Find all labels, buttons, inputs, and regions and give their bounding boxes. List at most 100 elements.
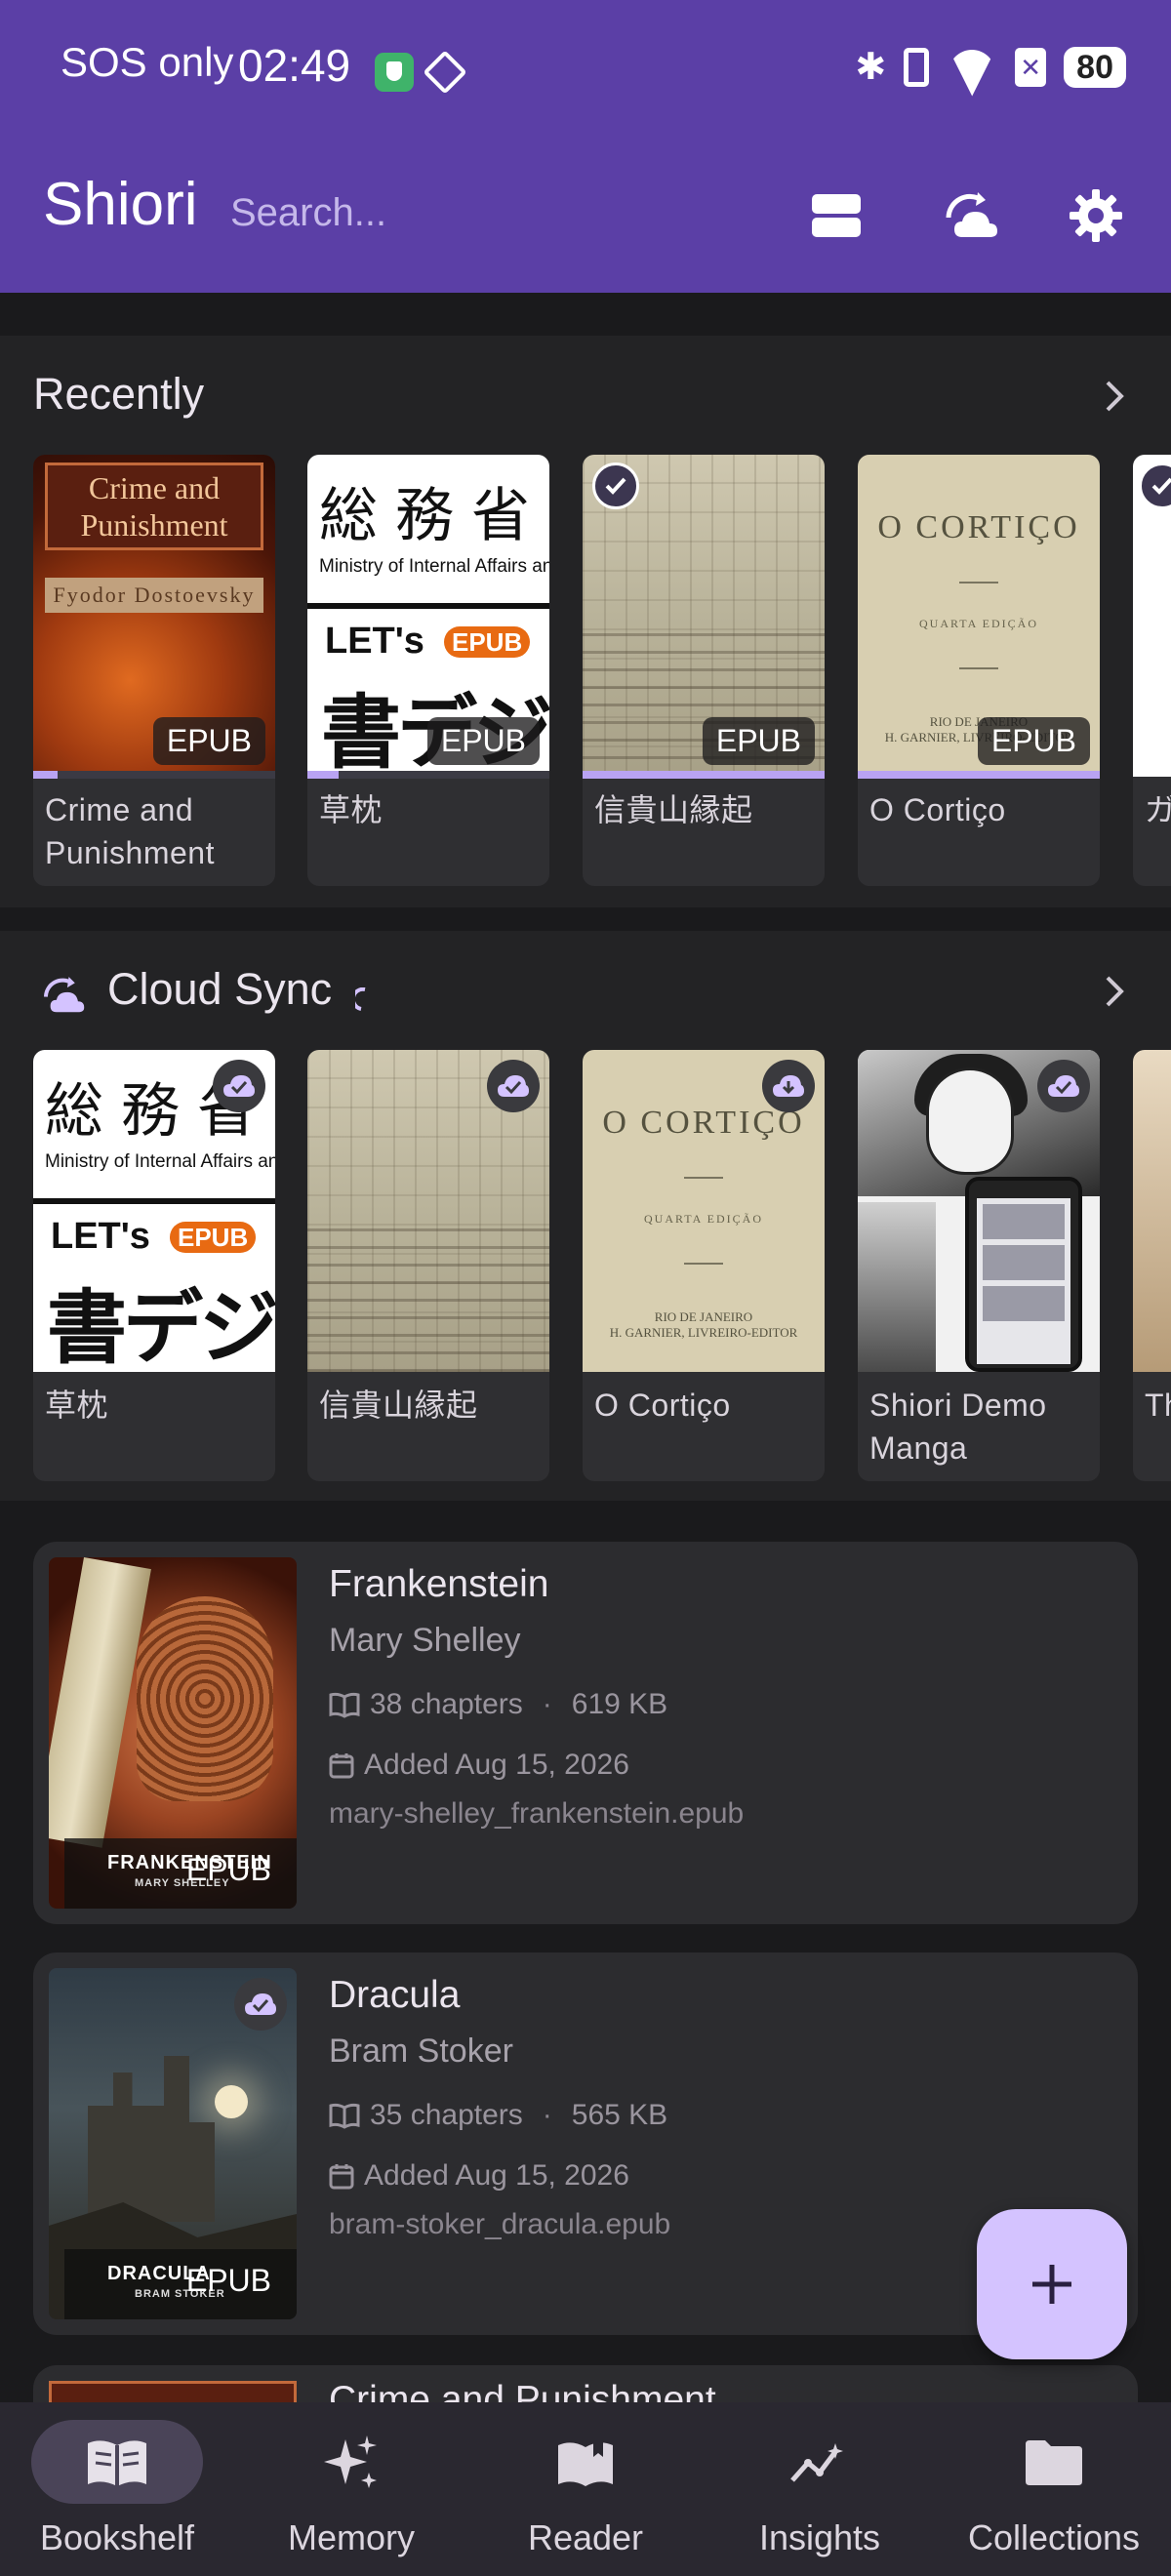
cloud-book-card[interactable]: O CORTIÇO QUARTA EDIÇÃO RIO DE JANEIRO H.… (583, 1050, 825, 1481)
file-size: 565 KB (571, 2099, 668, 2131)
app-bar: Shiori (0, 137, 1171, 293)
add-book-button[interactable] (977, 2209, 1127, 2359)
status-icons: ✱ ✕ 80 (855, 45, 1126, 89)
book-card[interactable]: 総務省 Ministry of Internal Affairs and Com… (307, 455, 549, 886)
view-toggle-button[interactable] (792, 172, 880, 260)
sync-spinner-icon (355, 987, 366, 1011)
book-meta: 35 chapters · 565 KB (329, 2099, 667, 2132)
cover-edition: QUARTA EDIÇÃO (919, 617, 1038, 630)
reading-progress (33, 771, 275, 779)
book-title: 草枕 (319, 792, 384, 827)
library-item-dracula[interactable]: DRACULA BRAM STOKER EPUB Dracula Bram St… (33, 1952, 1138, 2335)
settings-button[interactable] (1052, 172, 1140, 260)
added-date-row: Added Aug 15, 2026 (329, 2159, 629, 2193)
nav-insights[interactable]: Insights (703, 2402, 937, 2576)
nav-collections[interactable]: Collections (937, 2402, 1171, 2576)
cover-lets: LET's (51, 1216, 150, 1257)
chevron-right-icon[interactable] (1095, 377, 1134, 416)
cover-epub-tag: EPUB (170, 1222, 257, 1253)
cloud-book-card[interactable]: Th De (1133, 1050, 1171, 1481)
cloud-sync-icon (43, 977, 85, 1013)
book-card[interactable]: ガ (1133, 455, 1171, 886)
cloud-sync-section: Cloud Sync 総務省 Ministry of Internal Affa… (0, 931, 1171, 1501)
added-date: Added Aug 15, 2026 (364, 1749, 629, 1781)
cloud-sync-header[interactable]: Cloud Sync (0, 931, 1171, 1048)
book-title: Dracula (329, 1974, 461, 2016)
bluetooth-icon: ✱ (855, 47, 887, 88)
format-badge: EPUB (426, 717, 540, 765)
cloud-check-icon (1037, 1060, 1090, 1112)
book-chapters-icon (329, 2103, 360, 2129)
book-chapters-icon (329, 1692, 360, 1718)
nav-reader[interactable]: Reader (468, 2402, 703, 2576)
cover-place: RIO DE JANEIRO (654, 1309, 753, 1324)
top-bar: SOS only 02:49 ✱ ✕ 80 Shiori (0, 0, 1171, 293)
file-name: bram-stoker_dracula.epub (329, 2208, 671, 2240)
carrier-text: SOS only (61, 39, 234, 85)
phone-illustration (965, 1177, 1082, 1372)
chevron-right-icon[interactable] (1095, 972, 1134, 1011)
reading-progress (583, 771, 825, 779)
sparkles-icon (314, 2426, 388, 2500)
format-badge: EPUB (185, 1852, 271, 1887)
nav-label: Bookshelf (39, 2517, 195, 2557)
book-cover: 総務省 Ministry of Internal Affairs and Com… (33, 1050, 275, 1372)
nav-bookshelf[interactable]: Bookshelf (0, 2402, 234, 2576)
book-cover: EPUB (583, 455, 825, 777)
book-title: Crime and Punishment (45, 792, 215, 870)
book-cover: O CORTIÇO QUARTA EDIÇÃO RIO DE JANEIROH.… (583, 1050, 825, 1372)
status-bar: SOS only 02:49 ✱ ✕ 80 (0, 0, 1171, 137)
shield-icon (375, 53, 414, 92)
cloud-download-icon[interactable] (762, 1060, 815, 1112)
book-title: O Cortiço (594, 1388, 731, 1423)
cloud-book-card[interactable]: Shiori Demo Manga (858, 1050, 1100, 1481)
book-title: 信貴山縁起 (319, 1388, 478, 1423)
cloud-sync-icon (946, 192, 997, 237)
recently-header[interactable]: Recently (0, 336, 1171, 453)
cloud-sync-row[interactable]: 総務省 Ministry of Internal Affairs and Com… (33, 1050, 1171, 1489)
format-badge: EPUB (977, 717, 1090, 765)
vibrate-icon (904, 47, 930, 87)
battery-level: 80 (1076, 48, 1113, 86)
book-title: 草枕 (45, 1388, 109, 1423)
recently-row[interactable]: Crime and Punishment Fyodor Dostoevsky E… (33, 455, 1171, 894)
gear-icon (1070, 189, 1122, 242)
library-item-frankenstein[interactable]: FRANKENSTEIN MARY SHELLEY EPUB Frankenst… (33, 1542, 1138, 1924)
clock: 02:49 (238, 40, 351, 91)
file-name: mary-shelley_frankenstein.epub (329, 1797, 745, 1830)
book-meta: 38 chapters · 619 KB (329, 1688, 667, 1721)
cover-edition: QUARTA EDIÇÃO (644, 1212, 763, 1226)
diamond-icon (423, 50, 467, 95)
reading-progress (858, 771, 1100, 779)
recently-section: Recently Crime and Punishment Fyodor Dos… (0, 336, 1171, 907)
cover-lets: LET's (325, 621, 424, 662)
cloud-book-card[interactable]: 総務省 Ministry of Internal Affairs and Com… (33, 1050, 275, 1481)
book-cover (1133, 455, 1171, 777)
cloud-check-icon (213, 1060, 265, 1112)
book-title: 信貴山縁起 (594, 792, 753, 827)
no-sim-icon: ✕ (1015, 47, 1047, 87)
cover-big-text: 書デジ (47, 1284, 275, 1372)
cloud-book-card[interactable]: 信貴山縁起 (307, 1050, 549, 1481)
book-card[interactable]: O CORTIÇO QUARTA EDIÇÃO RIO DE JANEIROH.… (858, 455, 1100, 886)
format-badge: EPUB (702, 717, 815, 765)
nav-memory[interactable]: Memory (234, 2402, 468, 2576)
book-cover: O CORTIÇO QUARTA EDIÇÃO RIO DE JANEIROH.… (858, 455, 1100, 777)
cover-title: Crime and Punishment (45, 463, 263, 550)
book-title: Shiori Demo Manga (869, 1388, 1047, 1466)
book-card[interactable]: Crime and Punishment Fyodor Dostoevsky E… (33, 455, 275, 886)
cover-author: Fyodor Dostoevsky (45, 578, 263, 613)
recently-title: Recently (33, 369, 205, 419)
book-cover: FRANKENSTEIN MARY SHELLEY EPUB (49, 1557, 297, 1909)
wifi-icon (947, 48, 997, 87)
book-cover: DRACULA BRAM STOKER EPUB (49, 1968, 297, 2319)
book-title: ガ (1145, 792, 1171, 827)
folder-icon (1017, 2426, 1091, 2500)
cloud-sync-button[interactable] (927, 172, 1015, 260)
search-input[interactable] (230, 176, 738, 250)
bottom-navigation: Bookshelf Memory Reader Insights Collect… (0, 2402, 1171, 2576)
book-card[interactable]: EPUB 信貴山縁起 (583, 455, 825, 886)
synced-check-icon (592, 463, 639, 509)
nav-label: Memory (287, 2517, 415, 2557)
cloud-check-icon (487, 1060, 540, 1112)
